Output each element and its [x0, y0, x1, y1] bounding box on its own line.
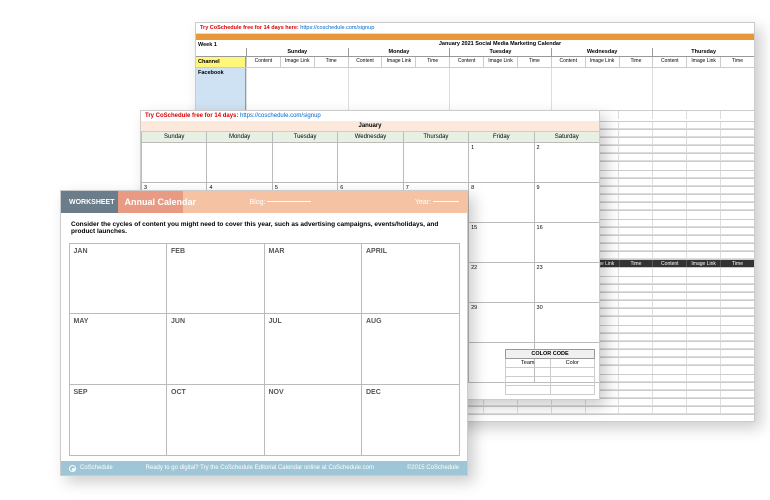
date-cell [141, 143, 206, 182]
sub: Image Link [280, 57, 314, 67]
month-cell-dec: DEC [361, 384, 460, 456]
sub: Content [652, 57, 686, 67]
date-cell: 29 [468, 303, 533, 342]
sub: Content [246, 57, 280, 67]
day-header: Tuesday [449, 48, 551, 56]
year-underline [433, 201, 459, 202]
channel-header: Channel [196, 57, 246, 67]
weekday: Friday [468, 132, 533, 142]
annual-header: WORKSHEET Annual Calendar Blog: Year: [61, 191, 467, 213]
weekday: Wednesday [337, 132, 402, 142]
cc-cell [551, 368, 595, 376]
date-cell: 9 [534, 183, 599, 222]
channel-row: Facebook [196, 68, 754, 111]
date-cell [403, 143, 468, 182]
month-cell-may: MAY [69, 313, 168, 385]
month-cell-jun: JUN [166, 313, 265, 385]
footer-text: Ready to go digital? Try the CoSchedule … [113, 465, 407, 471]
weekday-header: Sunday Monday Tuesday Wednesday Thursday… [141, 132, 599, 143]
sub: Content [348, 57, 382, 67]
month-cell-feb: FEB [166, 243, 265, 315]
date-cell: 2 [534, 143, 599, 182]
day-header: Sunday [246, 48, 348, 56]
annual-grid: JAN FEB MAR APRIL MAY JUN JUL AUG SEP OC… [61, 243, 467, 461]
date-cell: 1 [468, 143, 533, 182]
cc-cell [506, 377, 551, 385]
cc-h: Color [551, 359, 595, 367]
month-cell-mar: MAR [264, 243, 363, 315]
date-cell [337, 143, 402, 182]
sub: Time [415, 57, 449, 67]
year-field: Year: [415, 199, 459, 206]
trial-text: Try CoSchedule free for 14 days: [145, 113, 240, 119]
coschedule-logo-icon [69, 465, 76, 472]
cc-cell [551, 377, 595, 385]
footer-copyright: ©2015 CoSchedule [407, 465, 459, 471]
weekday: Tuesday [272, 132, 337, 142]
blog-underline [267, 201, 311, 202]
trial-banner: Try CoSchedule free for 14 days here: ht… [196, 23, 754, 34]
date-cell: 22 [468, 263, 533, 302]
weekday: Saturday [534, 132, 599, 142]
sub: Content [449, 57, 483, 67]
month-cell-jan: JAN [69, 243, 168, 315]
channel-facebook: Facebook [196, 68, 246, 110]
sub: Time [720, 57, 754, 67]
sub: Content [551, 57, 585, 67]
cc-cell [551, 386, 595, 394]
color-code-title: COLOR CODE [505, 349, 595, 359]
cc-cell [506, 386, 551, 394]
month-title: January [141, 121, 599, 132]
blog-field: Blog: [250, 199, 312, 206]
day-header: Thursday [652, 48, 754, 56]
brand-text: CoSchedule [80, 465, 113, 471]
date-cell: 16 [534, 223, 599, 262]
month-cell-apr: APRIL [361, 243, 460, 315]
cc-cell [506, 368, 551, 376]
annual-footer: CoSchedule Ready to go digital? Try the … [61, 461, 467, 475]
color-code-box: COLOR CODE TeamColor [505, 349, 595, 395]
month-cell-sep: SEP [69, 384, 168, 456]
blog-label: Blog: [250, 199, 266, 206]
date-cell: 8 [468, 183, 533, 222]
date-cell [272, 143, 337, 182]
weekday: Sunday [141, 132, 206, 142]
month-cell-aug: AUG [361, 313, 460, 385]
sub: Image Link [483, 57, 517, 67]
cc-h: Team [506, 359, 551, 367]
worksheet-label: WORKSHEET [69, 199, 115, 206]
sub: Time [619, 57, 653, 67]
week-label: Week 1 [196, 40, 246, 56]
sheet3-header: Week 1 January 2021 Social Media Marketi… [196, 40, 754, 57]
month-cell-nov: NOV [264, 384, 363, 456]
weekday: Monday [206, 132, 271, 142]
month-cell-oct: OCT [166, 384, 265, 456]
annual-description: Consider the cycles of content you might… [61, 213, 467, 243]
subheader-row: Channel ContentImage LinkTime ContentIma… [196, 57, 754, 68]
footer-brand: CoSchedule [69, 465, 113, 472]
annual-calendar-sheet: WORKSHEET Annual Calendar Blog: Year: Co… [60, 190, 468, 476]
date-cell: 15 [468, 223, 533, 262]
weekday: Thursday [403, 132, 468, 142]
day-header: Wednesday [551, 48, 653, 56]
trial-banner: Try CoSchedule free for 14 days: https:/… [141, 111, 599, 121]
month-cell-jul: JUL [264, 313, 363, 385]
day-header: Monday [348, 48, 450, 56]
date-cell [206, 143, 271, 182]
year-label: Year: [415, 199, 431, 206]
sheet3-title: January 2021 Social Media Marketing Cale… [246, 40, 754, 48]
sub: Image Link [686, 57, 720, 67]
sub: Time [314, 57, 348, 67]
sub: Image Link [381, 57, 415, 67]
annual-title: Annual Calendar [125, 197, 197, 207]
trial-text: Try CoSchedule free for 14 days here: [200, 25, 300, 31]
trial-link[interactable]: https://coschedule.com/signup [240, 113, 321, 119]
trial-link[interactable]: https://coschedule.com/signup [300, 25, 374, 31]
date-cell: 23 [534, 263, 599, 302]
sub: Time [517, 57, 551, 67]
sub: Image Link [585, 57, 619, 67]
date-cell: 30 [534, 303, 599, 342]
